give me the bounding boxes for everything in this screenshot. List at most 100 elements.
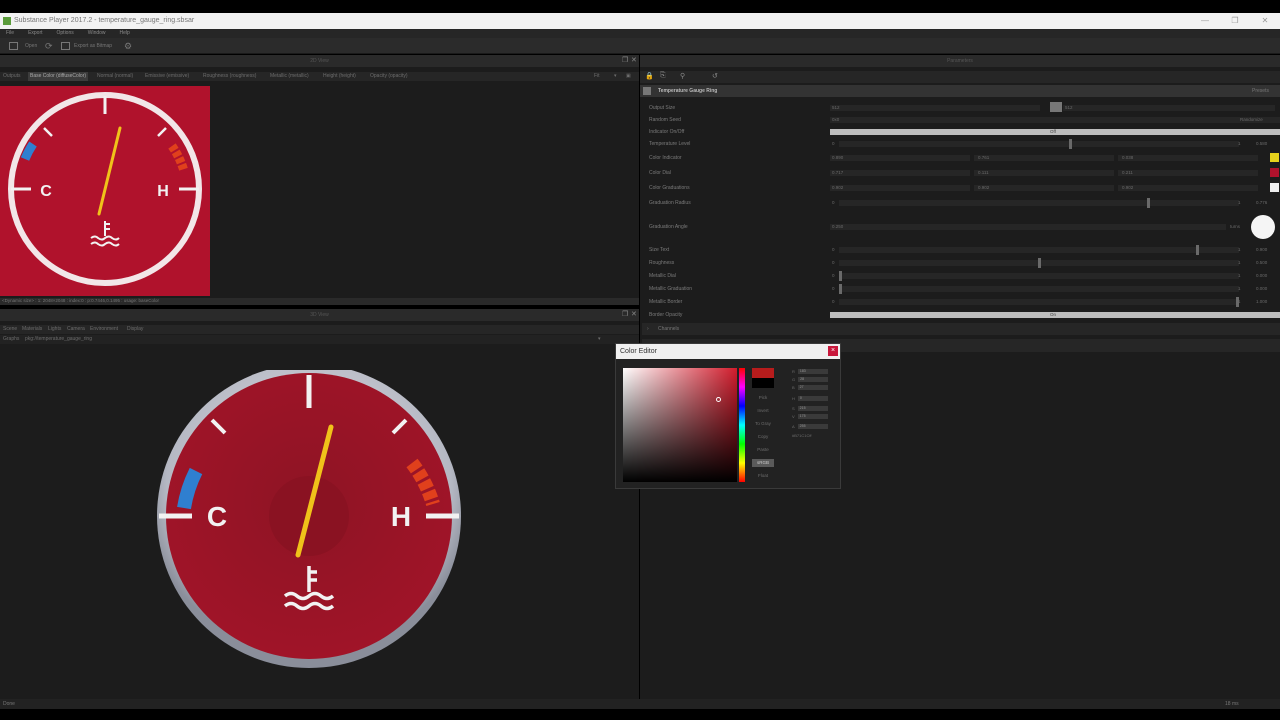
- minimize-button[interactable]: —: [1190, 13, 1220, 29]
- color-indicator-g[interactable]: [974, 155, 1114, 161]
- roughness-value[interactable]: 0.500: [1256, 257, 1267, 269]
- size-text-slider[interactable]: [839, 247, 1239, 253]
- hex-field[interactable]: #B71C1Cff: [792, 432, 812, 439]
- field-a[interactable]: A 255: [792, 423, 828, 430]
- link-icon[interactable]: ⎘: [660, 72, 666, 80]
- close-panel-icon[interactable]: ✕: [631, 56, 637, 64]
- pick-button[interactable]: Pick: [752, 394, 774, 402]
- field-s[interactable]: S 215: [792, 405, 828, 412]
- metallic-border-value[interactable]: 1.000: [1256, 296, 1267, 308]
- menu-file[interactable]: File: [6, 29, 14, 38]
- pin-icon[interactable]: ⚲: [680, 72, 685, 80]
- picker-cursor[interactable]: [716, 397, 721, 402]
- color-indicator-swatch[interactable]: [1270, 153, 1279, 162]
- field-v-input[interactable]: 175: [797, 414, 828, 420]
- field-b-input[interactable]: 27: [797, 385, 828, 391]
- float-toggle[interactable]: Float: [752, 472, 774, 480]
- open-button[interactable]: Open: [25, 41, 37, 51]
- graduation-angle-field[interactable]: [830, 224, 1226, 230]
- undock-3d-icon[interactable]: ❐: [622, 310, 628, 318]
- size-link-icon[interactable]: [1050, 102, 1062, 112]
- field-r-input[interactable]: 183: [797, 369, 828, 375]
- field-s-input[interactable]: 215: [797, 406, 828, 412]
- menu3d-materials[interactable]: Materials: [22, 325, 42, 334]
- close-window-button[interactable]: ✕: [1250, 13, 1280, 29]
- random-seed-field[interactable]: [830, 117, 1280, 123]
- field-h[interactable]: H0: [792, 395, 828, 402]
- output-size-width[interactable]: 512: [832, 102, 840, 114]
- color-graduations-r[interactable]: [830, 185, 970, 191]
- color-graduations-swatch[interactable]: [1270, 183, 1279, 192]
- graph-select[interactable]: pkg://temperature_gauge_ring: [25, 335, 92, 344]
- color-graduations-g[interactable]: [974, 185, 1114, 191]
- color-editor-close-icon[interactable]: ×: [828, 346, 838, 356]
- menu3d-scene[interactable]: Scene: [3, 325, 17, 334]
- color-dial-swatch[interactable]: [1270, 168, 1279, 177]
- maximize-button[interactable]: ❐: [1220, 13, 1250, 29]
- menu3d-lights[interactable]: Lights: [48, 325, 61, 334]
- color-dial-r[interactable]: [830, 170, 970, 176]
- menu3d-camera[interactable]: Camera: [67, 325, 85, 334]
- tab-roughness[interactable]: Roughness (roughness): [203, 72, 256, 81]
- metallic-graduation-slider[interactable]: [839, 286, 1239, 292]
- color-dial-b[interactable]: [1118, 170, 1258, 176]
- menu3d-environment[interactable]: Environment: [90, 325, 118, 334]
- tab-opacity[interactable]: Opacity (opacity): [370, 72, 408, 81]
- channels-expand-icon[interactable]: ›: [647, 323, 649, 335]
- reset-icon[interactable]: ↺: [712, 72, 718, 80]
- field-g-input[interactable]: 28: [798, 377, 829, 383]
- tab-metallic[interactable]: Metallic (metallic): [270, 72, 309, 81]
- randomize-button[interactable]: Randomize: [1240, 114, 1263, 126]
- tab-height[interactable]: Height (height): [323, 72, 356, 81]
- copy-button[interactable]: Copy: [752, 433, 774, 441]
- output-size-select[interactable]: [830, 105, 1040, 111]
- metallic-dial-value[interactable]: 0.000: [1256, 270, 1267, 282]
- close-3d-panel-icon[interactable]: ✕: [631, 310, 637, 318]
- field-r[interactable]: R 183: [792, 368, 828, 375]
- menu-export[interactable]: Export: [28, 29, 42, 38]
- field-a-input[interactable]: 255: [797, 424, 828, 430]
- metallic-dial-slider[interactable]: [839, 273, 1239, 279]
- lock-icon[interactable]: 🔒: [645, 72, 654, 80]
- field-b[interactable]: B 27: [792, 384, 828, 391]
- size-text-value[interactable]: 0.900: [1256, 244, 1267, 256]
- temperature-slider[interactable]: [839, 141, 1239, 147]
- roughness-handle[interactable]: [1037, 258, 1041, 268]
- paste-button[interactable]: Paste: [752, 446, 774, 454]
- tab-emissive[interactable]: Emissive (emissive): [145, 72, 189, 81]
- to-gray-button[interactable]: To Gray: [752, 420, 774, 428]
- tab-base-color[interactable]: Base Color (diffuseColor): [28, 72, 89, 81]
- size-text-handle[interactable]: [1196, 245, 1200, 255]
- settings-gear-icon[interactable]: ⚙: [124, 41, 132, 51]
- temperature-value[interactable]: 0.580: [1256, 138, 1267, 150]
- color-indicator-b[interactable]: [1118, 155, 1258, 161]
- random-seed-value[interactable]: 0x0: [832, 114, 839, 126]
- menu-options[interactable]: Options: [57, 29, 74, 38]
- output-size-height-select[interactable]: [1063, 105, 1275, 111]
- menu-help[interactable]: Help: [120, 29, 130, 38]
- undock-icon[interactable]: ❐: [622, 56, 628, 64]
- metallic-dial-handle[interactable]: [839, 271, 842, 281]
- invert-button[interactable]: Invert: [752, 407, 774, 415]
- channels-section[interactable]: › Channels: [642, 323, 1280, 335]
- field-v[interactable]: V 175: [792, 413, 828, 420]
- graduation-radius-slider[interactable]: [839, 200, 1239, 206]
- color-indicator-r[interactable]: [830, 155, 970, 161]
- reload-icon[interactable]: ⟳: [45, 41, 53, 51]
- view-options-icon[interactable]: ▣: [626, 72, 631, 81]
- open-icon[interactable]: [9, 42, 18, 50]
- menu3d-display[interactable]: Display: [127, 325, 143, 334]
- zoom-select[interactable]: Fit: [594, 72, 600, 81]
- zoom-chevron-down-icon[interactable]: ▾: [614, 72, 617, 81]
- field-h-input[interactable]: 0: [797, 396, 828, 402]
- tab-normal[interactable]: Normal (normal): [97, 72, 133, 81]
- graduation-radius-handle[interactable]: [1147, 198, 1151, 208]
- color-dial-g[interactable]: [974, 170, 1114, 176]
- export-bitmap-button[interactable]: Export as Bitmap: [74, 41, 112, 51]
- export-icon[interactable]: [61, 42, 70, 50]
- graduation-radius-value[interactable]: 0.776: [1256, 197, 1267, 209]
- field-g[interactable]: G 28: [792, 376, 829, 383]
- graduation-angle-value[interactable]: 0.250: [832, 221, 843, 233]
- graph-chevron-down-icon[interactable]: ▾: [598, 335, 601, 344]
- output-size-height[interactable]: 512: [1065, 102, 1073, 114]
